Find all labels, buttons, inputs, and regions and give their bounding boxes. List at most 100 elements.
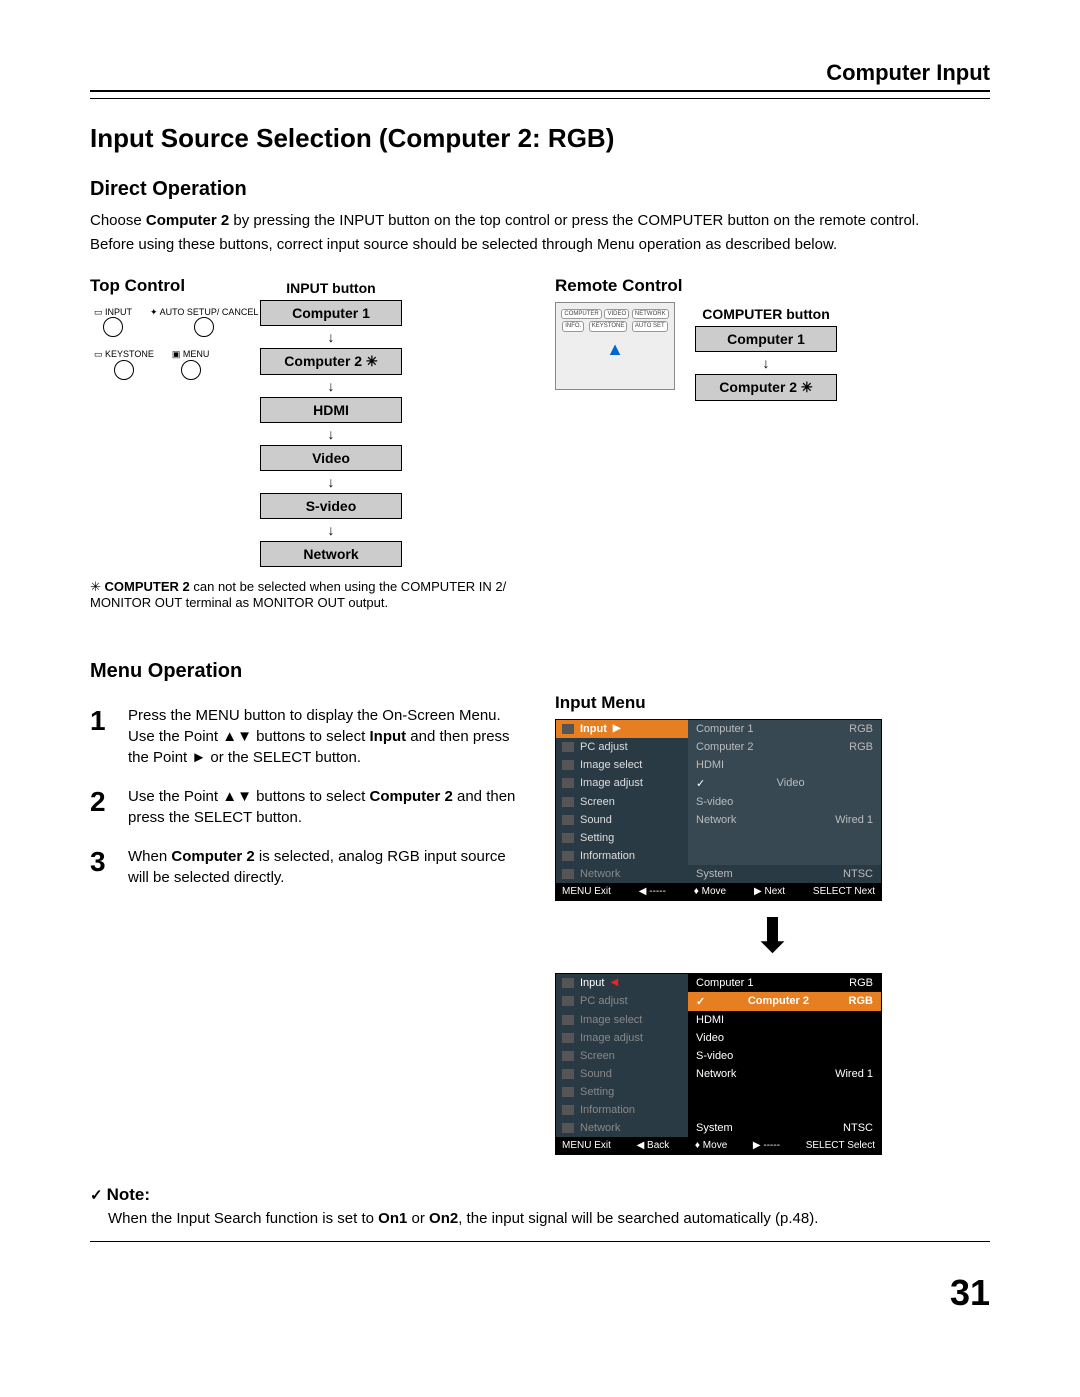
top-control-figure: ▭ INPUT ✦ AUTO SETUP/ CANCEL ▭ KEYSTONE bbox=[90, 302, 230, 390]
osd2-imgadj: Image adjust bbox=[556, 1029, 688, 1047]
osd1-sub1-val: RGB bbox=[849, 741, 873, 753]
input-icon bbox=[562, 978, 574, 988]
section-title: Input Source Selection (Computer 2: RGB) bbox=[90, 123, 990, 154]
step2bold: Computer 2 bbox=[369, 788, 452, 805]
arrow-icon: ↓ bbox=[328, 330, 335, 344]
osd2-pc-text: PC adjust bbox=[580, 995, 628, 1007]
osd2-sub2: HDMI bbox=[688, 1011, 881, 1029]
input-button-label: INPUT button bbox=[286, 280, 375, 296]
osd1-sub2-name: HDMI bbox=[696, 759, 724, 771]
para1-bold: Computer 2 bbox=[146, 212, 229, 229]
tc-input-label: INPUT bbox=[105, 307, 132, 317]
footnote: ✳ COMPUTER 2 can not be selected when us… bbox=[90, 579, 525, 610]
osd2-footer-select: SELECT Select bbox=[806, 1140, 875, 1151]
osd2-sub2-name: HDMI bbox=[696, 1014, 724, 1026]
osd1-sub0-name: Computer 1 bbox=[696, 723, 753, 735]
osd1-sub1-name: Computer 2 bbox=[696, 741, 753, 753]
pc-adjust-icon bbox=[562, 996, 574, 1006]
osd2-footer: MENU Exit ◀ Back ♦ Move ▶ ----- SELECT S… bbox=[556, 1137, 881, 1154]
network-icon bbox=[562, 1123, 574, 1133]
top-control-column: Top Control ▭ INPUT ✦ AUTO SETUP/ CANCEL bbox=[90, 276, 525, 610]
remote-computer-btn: COMPUTER bbox=[561, 309, 601, 320]
header-sub-rule bbox=[90, 98, 990, 99]
osd1-pc-text: PC adjust bbox=[580, 741, 628, 753]
step-3: 3 When Computer 2 is selected, analog RG… bbox=[90, 846, 525, 888]
step-num-3: 3 bbox=[90, 846, 112, 888]
input-menu-column: Input Menu Input▶Computer 1RGB PC adjust… bbox=[555, 693, 990, 1155]
osd1-footer-back: ◀ ----- bbox=[639, 886, 666, 897]
menu-operation-heading: Menu Operation bbox=[90, 660, 990, 683]
menu-button-icon bbox=[181, 360, 201, 380]
osd-2: Input◀Computer 1RGB PC adjustComputer 2R… bbox=[555, 973, 882, 1155]
osd2-sub4: S-video bbox=[688, 1047, 881, 1065]
source-hdmi: HDMI bbox=[260, 397, 402, 423]
osd2-imgsel: Image select bbox=[556, 1011, 688, 1029]
step3a: When bbox=[128, 848, 171, 865]
osd2-network-text: Network bbox=[580, 1122, 620, 1134]
osd2-sub3: Video bbox=[688, 1029, 881, 1047]
check-icon: ✓ bbox=[90, 1187, 103, 1204]
input-chain: INPUT button Computer 1 ↓ Computer 2 ✳ ↓… bbox=[260, 280, 402, 567]
osd2-footer-next: ▶ ----- bbox=[753, 1140, 780, 1151]
direct-operation-para2: Before using these buttons, correct inpu… bbox=[90, 235, 990, 255]
tc-keystone-label: KEYSTONE bbox=[105, 349, 154, 359]
note-a: When the Input Search function is set to bbox=[108, 1210, 378, 1227]
source-network: Network bbox=[260, 541, 402, 567]
osd2-footer-exit: MENU Exit bbox=[562, 1140, 611, 1151]
osd2-imgadj-text: Image adjust bbox=[580, 1032, 643, 1044]
note-heading-text: Note: bbox=[107, 1185, 150, 1204]
osd1-screen-text: Screen bbox=[580, 796, 615, 808]
osd1-sub3-name: Video bbox=[777, 777, 805, 790]
setting-icon bbox=[562, 833, 574, 843]
source-video: Video bbox=[260, 445, 402, 471]
arrow-icon: ↓ bbox=[328, 523, 335, 537]
screen-icon bbox=[562, 1051, 574, 1061]
osd1-sub5-val: Wired 1 bbox=[835, 814, 873, 826]
big-arrow-down-icon: ⬇ bbox=[555, 913, 990, 961]
remote-nav-icon: ▲ bbox=[606, 340, 624, 360]
step-2: 2 Use the Point ▲▼ buttons to select Com… bbox=[90, 786, 525, 828]
osd-1: Input▶Computer 1RGB PC adjustComputer 2R… bbox=[555, 719, 882, 901]
step-num-2: 2 bbox=[90, 786, 112, 828]
note-or: or bbox=[407, 1210, 429, 1227]
network-icon bbox=[562, 869, 574, 879]
source-computer1: Computer 1 bbox=[260, 300, 402, 326]
footnote-bold: COMPUTER 2 bbox=[105, 579, 190, 594]
osd2-sound: Sound bbox=[556, 1065, 688, 1083]
osd2-sub3-name: Video bbox=[696, 1032, 724, 1044]
page-number: 31 bbox=[90, 1272, 990, 1314]
para1b: by pressing the INPUT button on the top … bbox=[229, 212, 919, 229]
osd1-network: Network bbox=[556, 865, 688, 883]
osd2-imgsel-text: Image select bbox=[580, 1014, 642, 1026]
osd2-pcadjust: PC adjust bbox=[556, 992, 688, 1011]
image-adjust-icon bbox=[562, 778, 574, 788]
step-1: 1 Press the MENU button to display the O… bbox=[90, 705, 525, 768]
osd2-sub1-val: RGB bbox=[849, 995, 873, 1008]
osd1-sub1: Computer 2 RGB bbox=[688, 738, 881, 756]
header-rule bbox=[90, 90, 990, 92]
osd1-footer-next: ▶ Next bbox=[754, 886, 785, 897]
osd2-screen-text: Screen bbox=[580, 1050, 615, 1062]
sound-icon bbox=[562, 815, 574, 825]
step1bold: Input bbox=[369, 728, 406, 745]
osd1-sub0: Computer 1RGB bbox=[688, 720, 881, 738]
osd1-imgadj-text: Image adjust bbox=[580, 777, 643, 789]
osd1-sub4-name: S-video bbox=[696, 796, 733, 808]
direct-operation-para1: Choose Computer 2 by pressing the INPUT … bbox=[90, 211, 990, 231]
remote-chain: COMPUTER button Computer 1 ↓ Computer 2 … bbox=[695, 306, 837, 401]
chevron-right-icon: ▶ bbox=[613, 723, 621, 734]
tc-auto-label: AUTO SETUP/ CANCEL bbox=[160, 307, 259, 317]
osd2-info: Information bbox=[556, 1101, 688, 1119]
osd1-blank2 bbox=[688, 847, 881, 865]
osd1-imgsel: Image select bbox=[556, 756, 688, 774]
osd1-sub3: Video bbox=[688, 774, 881, 793]
screen-icon bbox=[562, 797, 574, 807]
osd1-footer-select: SELECT Next bbox=[813, 886, 875, 897]
osd1-footer: MENU Exit ◀ ----- ♦ Move ▶ Next SELECT N… bbox=[556, 883, 881, 900]
osd1-blank1 bbox=[688, 829, 881, 847]
input-icon bbox=[562, 724, 574, 734]
step2a: Use the Point ▲▼ buttons to select bbox=[128, 788, 369, 805]
osd1-info-text: Information bbox=[580, 850, 635, 862]
osd1-sub2: HDMI bbox=[688, 756, 881, 774]
direct-operation-heading: Direct Operation bbox=[90, 178, 990, 201]
